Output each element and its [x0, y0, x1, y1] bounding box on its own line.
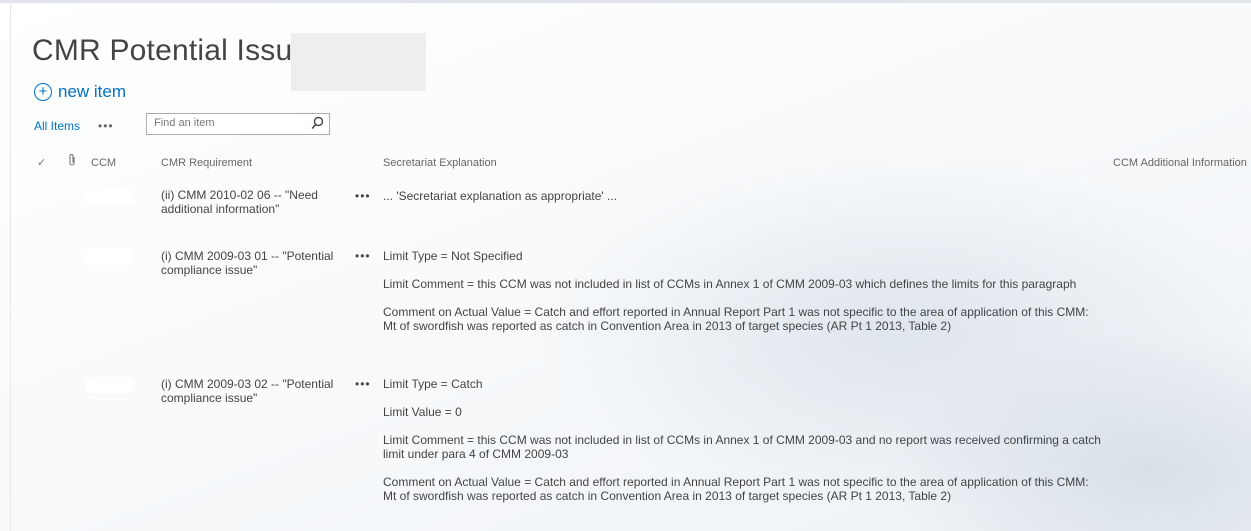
- column-header-requirement[interactable]: CMR Requirement: [161, 157, 252, 169]
- explanation-line: Comment on Actual Value = Catch and effo…: [383, 305, 1089, 333]
- new-item-label: new item: [58, 82, 127, 101]
- explanation-line: Limit Type = Not Specified: [383, 249, 523, 263]
- explanation-cell: Limit Type = Not Specified Limit Comment…: [383, 249, 1103, 333]
- item-menu-ellipsis-icon[interactable]: •••: [355, 377, 371, 391]
- explanation-line: Limit Value = 0: [383, 405, 462, 419]
- page-title: CMR Potential Issues: [32, 34, 325, 67]
- item-menu-ellipsis-icon[interactable]: •••: [355, 189, 371, 203]
- explanation-line: Limit Type = Catch: [383, 377, 483, 391]
- column-header-explanation[interactable]: Secretariat Explanation: [383, 157, 497, 169]
- ccm-cell-redacted: [85, 190, 135, 206]
- item-menu-ellipsis-icon[interactable]: •••: [355, 249, 371, 263]
- ccm-cell-redacted: [85, 377, 135, 393]
- view-selector: All Items •••: [34, 119, 114, 133]
- column-header-additional-info[interactable]: CCM Additional Information: [1113, 157, 1247, 169]
- search-input[interactable]: Find an item: [146, 113, 330, 135]
- requirement-cell: (i) CMM 2009-03 01 -- "Potential complia…: [161, 249, 334, 277]
- new-item-button[interactable]: + new item: [34, 82, 126, 102]
- add-circle-icon: +: [34, 83, 52, 101]
- explanation-line: Limit Comment = this CCM was not include…: [383, 433, 1101, 461]
- explanation-line: Comment on Actual Value = Catch and effo…: [383, 475, 1089, 503]
- redacted-block: [291, 33, 426, 91]
- list-view: CMR Potential Issues + new item All Item…: [0, 0, 1251, 531]
- ccm-cell-redacted: [85, 249, 135, 265]
- explanation-line: ... 'Secretariat explanation as appropri…: [383, 189, 618, 203]
- column-header-ccm[interactable]: CCM: [91, 157, 116, 169]
- requirement-cell: (i) CMM 2009-03 02 -- "Potential complia…: [161, 377, 334, 405]
- search-placeholder: Find an item: [154, 117, 215, 129]
- view-all-items[interactable]: All Items: [34, 119, 80, 133]
- search-icon[interactable]: [311, 116, 324, 135]
- explanation-cell: ... 'Secretariat explanation as appropri…: [383, 189, 1103, 203]
- requirement-cell: (ii) CMM 2010-02 06 -- "Need additional …: [161, 188, 318, 216]
- more-views-ellipsis-icon[interactable]: •••: [98, 119, 114, 133]
- select-all-check-icon[interactable]: ✓: [37, 156, 46, 169]
- explanation-line: Limit Comment = this CCM was not include…: [383, 277, 1077, 291]
- attachment-icon: [67, 153, 77, 172]
- explanation-cell: Limit Type = Catch Limit Value = 0 Limit…: [383, 377, 1103, 503]
